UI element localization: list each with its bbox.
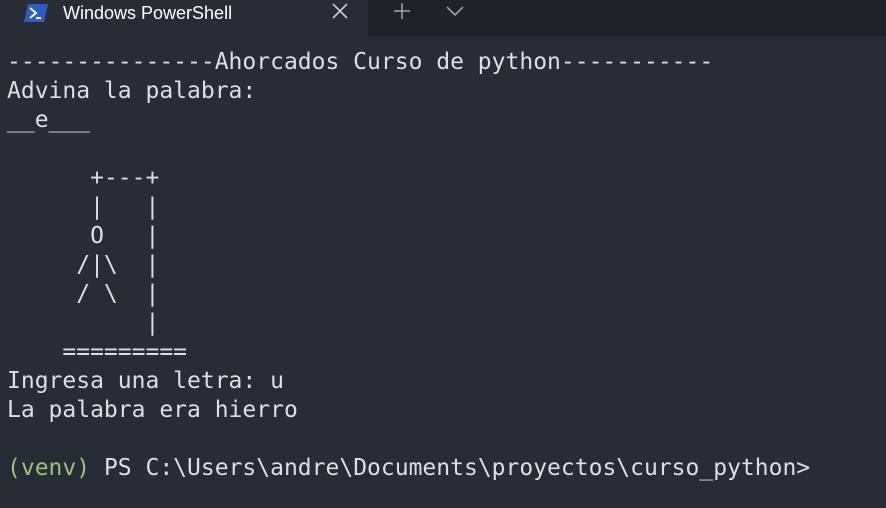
terminal-line: +---+ bbox=[7, 165, 160, 191]
terminal-line: ========= bbox=[7, 339, 188, 365]
terminal-line: | bbox=[7, 310, 160, 336]
terminal-line: La palabra era hierro bbox=[7, 397, 298, 423]
close-icon[interactable] bbox=[330, 1, 350, 21]
prompt-path: PS C:\Users\andre\Documents\proyectos\cu… bbox=[90, 455, 811, 481]
terminal-line: ---------------Ahorcados Curso de python… bbox=[7, 49, 714, 75]
terminal-line: /|\ | bbox=[7, 252, 160, 278]
terminal-line: | | bbox=[7, 194, 160, 220]
terminal-line: Advina la palabra: bbox=[7, 78, 257, 104]
title-bar: Windows PowerShell bbox=[0, 0, 886, 36]
tab-title: Windows PowerShell bbox=[63, 3, 233, 23]
powershell-icon bbox=[24, 4, 48, 22]
terminal-line: Ingresa una letra: u bbox=[7, 368, 284, 394]
plus-icon[interactable] bbox=[392, 1, 412, 21]
terminal-output[interactable]: ---------------Ahorcados Curso de python… bbox=[0, 36, 886, 508]
terminal-line: O | bbox=[7, 223, 160, 249]
terminal-prompt[interactable]: (venv) PS C:\Users\andre\Documents\proye… bbox=[7, 454, 810, 482]
terminal-line: / \ | bbox=[7, 281, 160, 307]
terminal-line: __e___ bbox=[7, 107, 91, 133]
chevron-down-icon[interactable] bbox=[445, 3, 465, 19]
venv-indicator: (venv) bbox=[7, 455, 91, 481]
tab-windows-powershell[interactable]: Windows PowerShell bbox=[0, 0, 368, 36]
